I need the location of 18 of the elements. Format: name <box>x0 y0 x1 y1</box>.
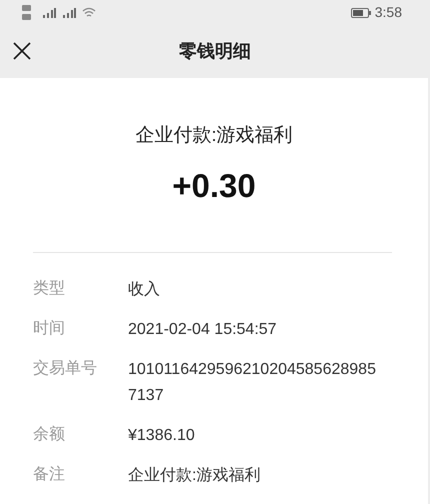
detail-label: 时间 <box>33 318 66 339</box>
transaction-description: 企业付款:游戏福利 <box>135 124 293 148</box>
detail-label: 备注 <box>33 464 66 485</box>
signal-icon <box>62 8 76 18</box>
detail-label: 余额 <box>33 424 66 445</box>
detail-label: 类型 <box>33 278 66 299</box>
wifi-icon <box>82 7 96 18</box>
detail-value: ¥1386.10 <box>128 426 196 446</box>
detail-value: 收入 <box>128 280 161 300</box>
signal-icon <box>42 8 56 18</box>
detail-value: 企业付款:游戏福利 <box>128 466 262 486</box>
detail-label: 交易单号 <box>33 358 98 379</box>
page-title: 零钱明细 <box>179 40 251 63</box>
battery-icon <box>350 8 371 18</box>
detail-value: 10101164295962102045856289857137 <box>128 360 377 406</box>
detail-value: 2021-02-04 15:54:57 <box>128 320 278 340</box>
clock-time: 3:58 <box>374 3 402 22</box>
transaction-amount: +0.30 <box>172 166 256 206</box>
